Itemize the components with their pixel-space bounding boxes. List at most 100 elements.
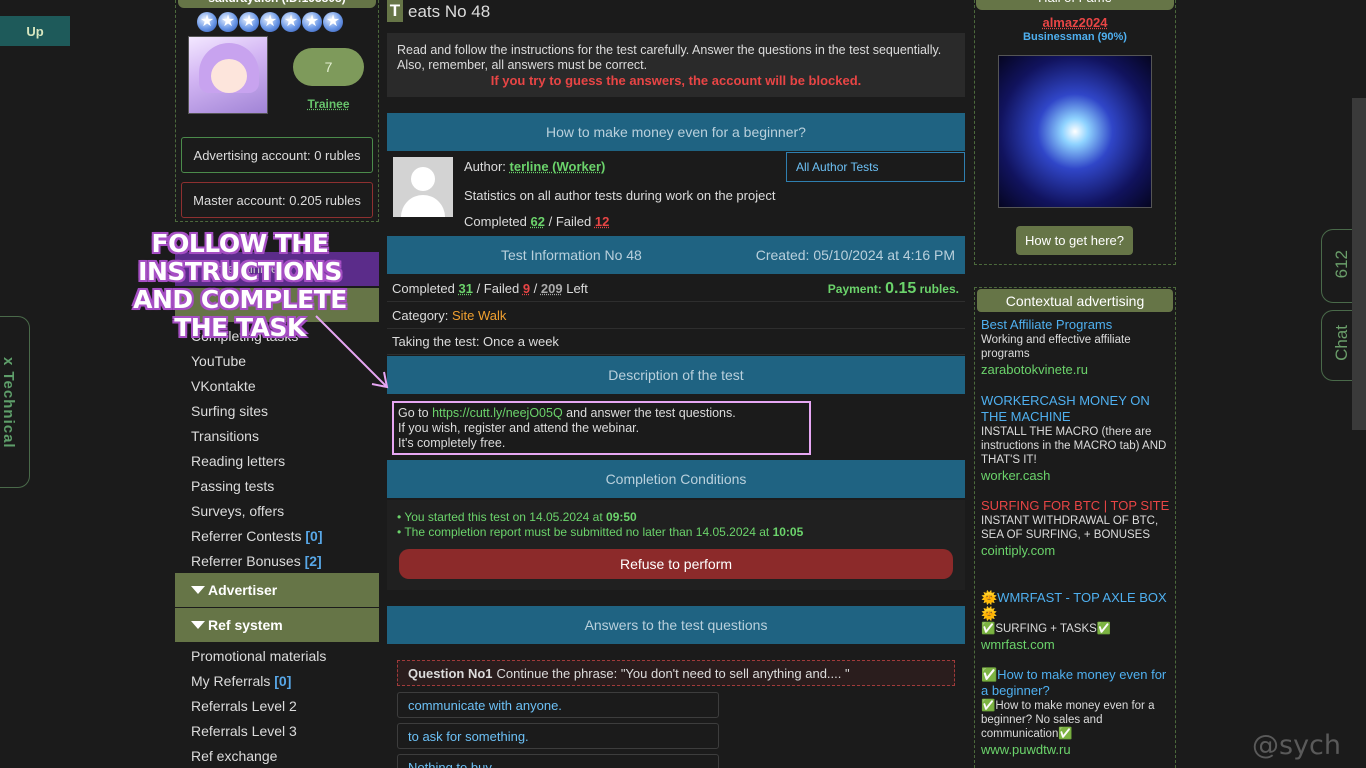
description-header: Description of the test: [387, 356, 965, 394]
test-description: Go to https://cutt.ly/neejO05Q and answe…: [392, 401, 811, 455]
menu-item-transitions[interactable]: Transitions: [191, 428, 259, 444]
question-text: Continue the phrase: "You don't need to …: [496, 665, 850, 681]
all-author-tests-button[interactable]: All Author Tests: [786, 152, 965, 182]
category-label: Category:: [392, 308, 449, 323]
test-failed-count: 9: [522, 281, 531, 296]
author-label: Author:: [464, 159, 506, 174]
menu-item-youtube[interactable]: YouTube: [191, 353, 246, 369]
condition-start: • You started this test on 14.05.2024 at…: [387, 510, 965, 525]
category-value: Site Walk: [452, 308, 507, 323]
menu-section-advertiser[interactable]: Advertiser: [175, 573, 379, 607]
hall-of-fame-image: [998, 55, 1152, 208]
star-icon: ★: [218, 12, 238, 32]
menu-item-surfing-sites[interactable]: Surfing sites: [191, 403, 268, 419]
menu-section-ref-system-label: Ref system: [208, 617, 283, 633]
author-stats-line: Completed 62 / Failed 12: [464, 214, 610, 229]
ad-title[interactable]: 🌞WMRFAST - TOP AXLE BOX🌞: [981, 590, 1171, 622]
menu-item-vkontakte[interactable]: VKontakte: [191, 378, 256, 394]
up-button[interactable]: Up: [0, 16, 70, 46]
answer-option[interactable]: Nothing to buy.: [397, 754, 719, 768]
menu-item-my-referrals-label: My Referrals: [191, 673, 271, 689]
test-frequency: Taking the test: Once a week: [387, 329, 965, 355]
menu-item-referrer-contests-label: Referrer Contests: [191, 528, 302, 544]
advertising-account[interactable]: Advertising account: 0 rubles: [181, 137, 373, 173]
technical-tab-label: x Technical: [0, 357, 17, 449]
menu-item-passing-tests[interactable]: Passing tests: [191, 478, 274, 494]
ad-description: ✅How to make money even for a beginner? …: [981, 700, 1155, 740]
technical-tab[interactable]: x Technical: [0, 316, 30, 488]
answer-option[interactable]: communicate with anyone.: [397, 692, 719, 718]
ad-title[interactable]: ✅How to make money even for a beginner?: [981, 667, 1171, 699]
test-completed-count: 31: [458, 281, 473, 296]
user-rating-stars: ★ ★ ★ ★ ★ ★ ★: [197, 12, 357, 32]
ad-item[interactable]: ✅How to make money even for a beginner? …: [981, 667, 1171, 759]
author-line: Author: terline (Worker): [464, 159, 605, 174]
menu-item-referrer-contests[interactable]: Referrer Contests [0]: [191, 528, 323, 544]
menu-section-ref-system[interactable]: Ref system: [175, 608, 379, 642]
test-stats-row: Completed 31 / Failed 9 / 209 Left Payme…: [387, 276, 965, 302]
page-title: eats No 48: [408, 2, 491, 21]
ad-item[interactable]: Best Affiliate Programs Working and effe…: [981, 317, 1171, 379]
menu-item-ref-exchange[interactable]: Ref exchange: [191, 748, 277, 764]
ad-item[interactable]: 🌞WMRFAST - TOP AXLE BOX🌞 ✅SURFING + TASK…: [981, 590, 1171, 654]
author-failed-label: Failed: [555, 214, 592, 229]
answer-option[interactable]: to ask for something.: [397, 723, 719, 749]
test-category-row: Category: Site Walk: [387, 303, 965, 329]
menu-section-advertiser-label: Advertiser: [208, 582, 278, 598]
desc-line-2: If you wish, register and attend the web…: [398, 421, 640, 435]
desc-go: Go to: [398, 406, 429, 420]
test-info-header: Test Information No 48 Created: 05/10/202…: [387, 236, 965, 274]
ad-url[interactable]: cointiply.com: [981, 542, 1171, 560]
menu-item-surveys[interactable]: Surveys, offers: [191, 503, 284, 519]
menu-item-referrals-level-3[interactable]: Referrals Level 3: [191, 723, 297, 739]
desc-line-3: It's completely free.: [398, 436, 506, 450]
menu-item-referrer-bonuses[interactable]: Referrer Bonuses [2]: [191, 553, 322, 569]
question-1: Question No1 Continue the phrase: "You do…: [397, 660, 955, 686]
ad-title[interactable]: Best Affiliate Programs: [981, 317, 1171, 333]
username-bar: sakurayuich (ID:193808): [178, 0, 376, 8]
test-left-label: Left: [566, 281, 588, 296]
ad-item[interactable]: WORKERCASH MONEY ON THE MACHINE INSTALL …: [981, 393, 1171, 485]
refuse-button[interactable]: Refuse to perform: [399, 549, 953, 579]
guess-warning: If you try to guess the answers, the acc…: [490, 73, 862, 88]
star-icon: ★: [323, 12, 343, 32]
menu-item-reading-letters[interactable]: Reading letters: [191, 453, 285, 469]
ad-title[interactable]: SURFING FOR BTC | TOP SITE: [981, 498, 1171, 514]
menu-item-referrer-bonuses-label: Referrer Bonuses: [191, 553, 301, 569]
author-failed-count: 12: [594, 214, 610, 229]
ad-title[interactable]: WORKERCASH MONEY ON THE MACHINE: [981, 393, 1171, 425]
scrollbar[interactable]: [1352, 98, 1366, 430]
test-instructions-text: Read and follow the instructions for the…: [397, 43, 942, 72]
ad-item[interactable]: SURFING FOR BTC | TOP SITE INSTANT WITHD…: [981, 498, 1171, 560]
my-referrals-count: [0]: [274, 673, 292, 689]
contextual-ads-header: Contextual advertising: [977, 289, 1173, 312]
condition-start-text: • You started this test on 14.05.2024 at: [397, 510, 603, 524]
avatar[interactable]: [188, 36, 268, 114]
user-rank[interactable]: Trainee: [293, 97, 364, 111]
test-created-date: Created: 05/10/2024 at 4:16 PM: [755, 247, 955, 263]
author-link[interactable]: terline (Worker): [510, 159, 606, 174]
ad-url[interactable]: worker.cash: [981, 467, 1171, 485]
master-account[interactable]: Master account: 0.205 rubles: [181, 182, 373, 218]
how-to-get-here-button[interactable]: How to get here?: [1016, 226, 1133, 255]
condition-start-time: 09:50: [606, 510, 637, 524]
star-icon: ★: [239, 12, 259, 32]
menu-item-referrals-level-2[interactable]: Referrals Level 2: [191, 698, 297, 714]
user-level-badge: 7: [293, 48, 364, 86]
answers-header: Answers to the test questions: [387, 606, 965, 644]
ad-url[interactable]: www.puwdtw.ru: [981, 741, 1171, 759]
hall-of-fame-title: Hall of Fame: [976, 0, 1174, 10]
hall-of-fame-rank: Businessman (90%): [1023, 31, 1127, 43]
conditions-header: Completion Conditions: [387, 460, 965, 498]
test-instructions: Read and follow the instructions for the…: [387, 33, 965, 97]
test-stats: Completed 31 / Failed 9 / 209 Left: [392, 281, 588, 296]
menu-item-my-referrals[interactable]: My Referrals [0]: [191, 673, 291, 689]
author-completed-label: Completed: [464, 214, 527, 229]
payment-value: 0.15: [885, 279, 917, 297]
hall-of-fame-user[interactable]: almaz2024: [976, 15, 1174, 30]
author-section-header: How to make money even for a beginner?: [387, 113, 965, 151]
ad-url[interactable]: wmrfast.com: [981, 636, 1171, 654]
desc-link[interactable]: https://cutt.ly/neejO05Q: [432, 406, 563, 420]
menu-item-promo-materials[interactable]: Promotional materials: [191, 648, 326, 664]
ad-url[interactable]: zarabotokvinete.ru: [981, 361, 1171, 379]
